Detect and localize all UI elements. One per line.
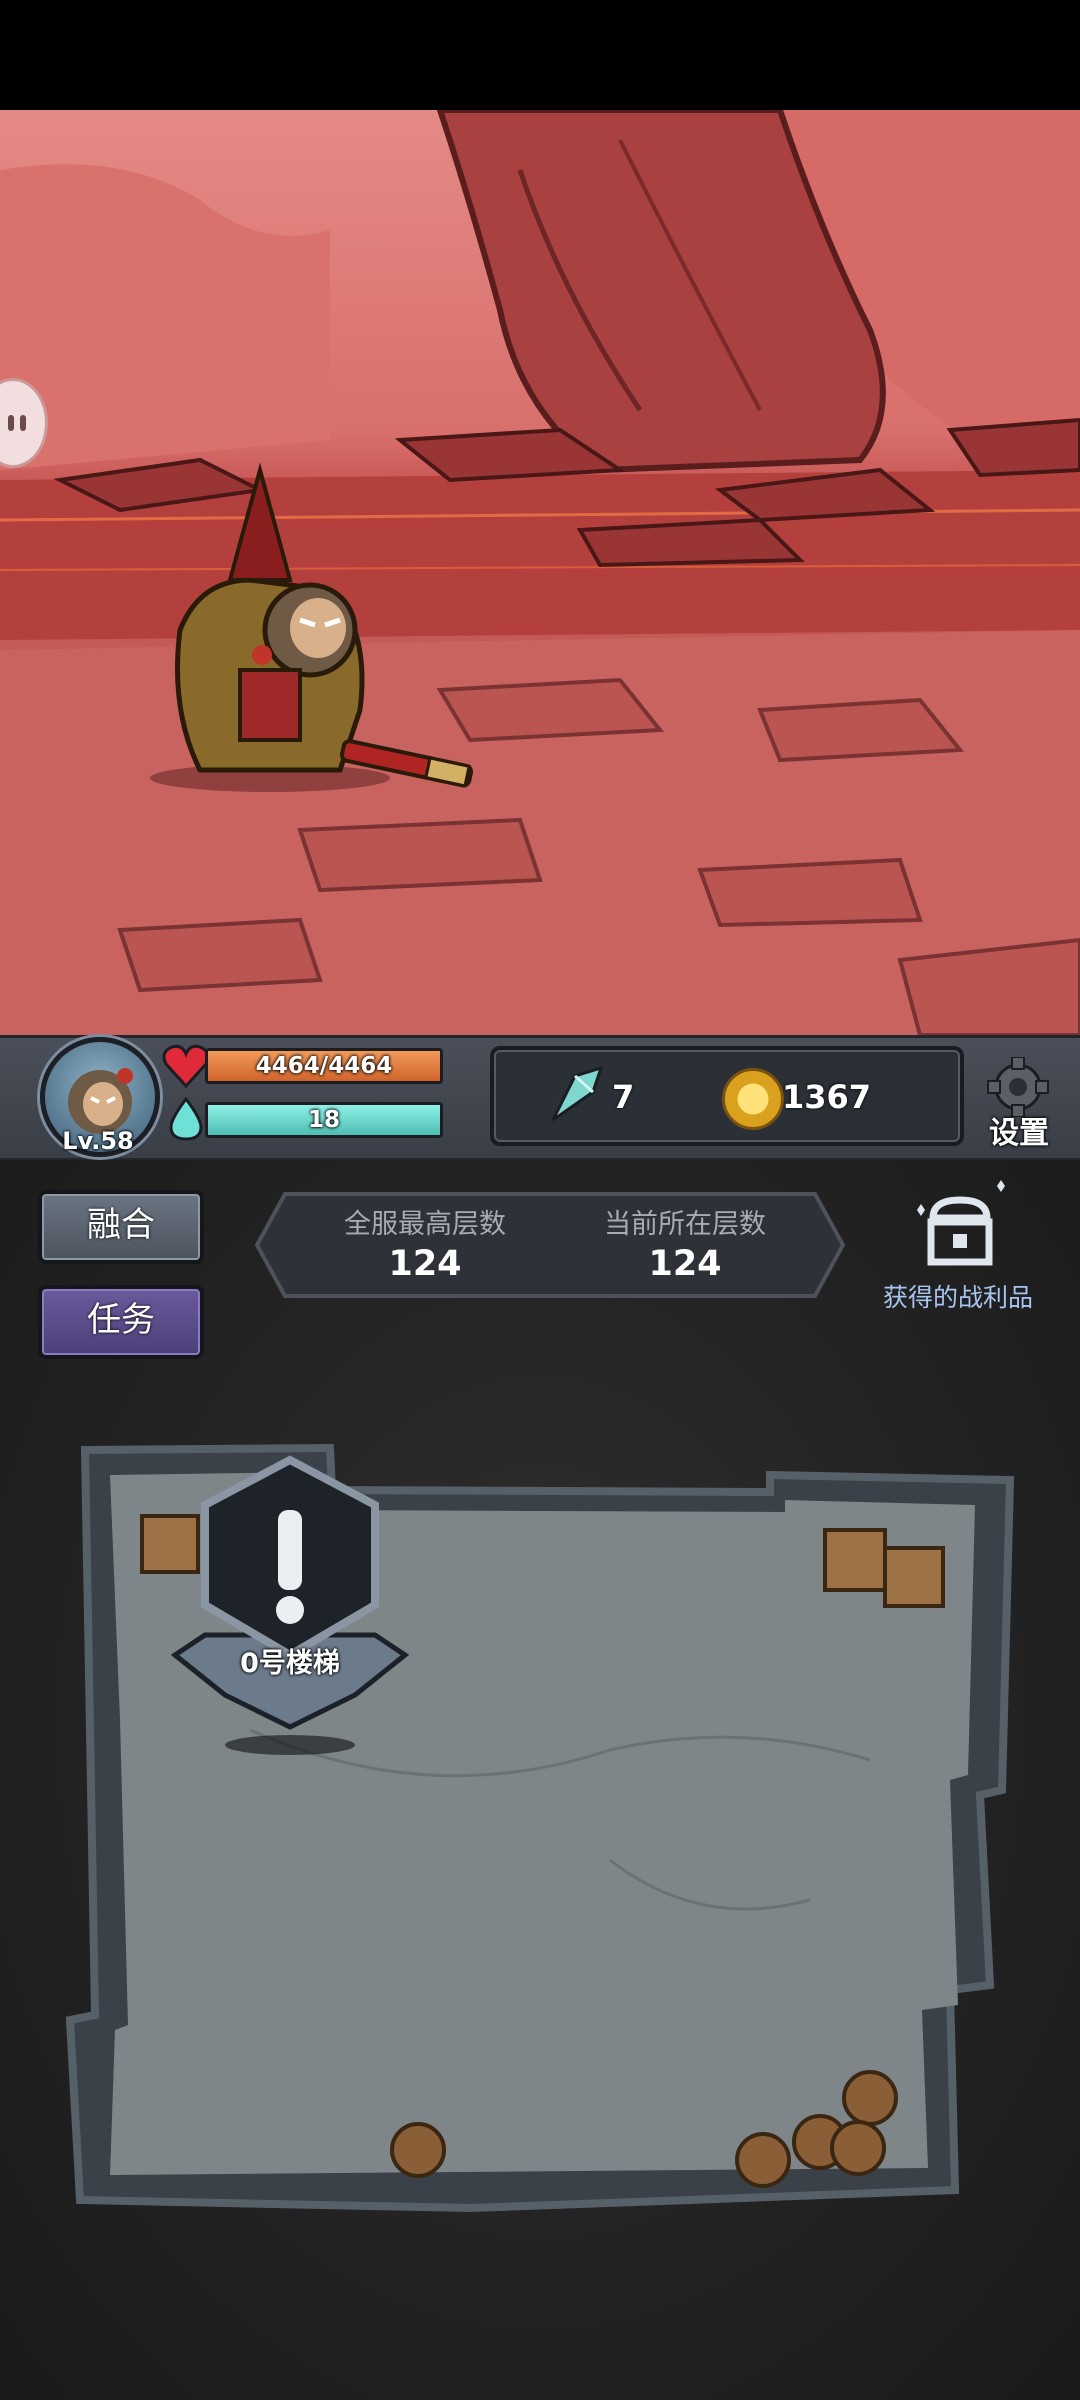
treasure-chest-icon[interactable] xyxy=(905,1180,1015,1276)
coin-icon xyxy=(722,1068,784,1130)
floor-info-panel: 全服最高层数 124 当前所在层数 124 xyxy=(255,1192,845,1298)
server-best-floor-value: 124 xyxy=(388,1244,462,1284)
server-best-floor-label: 全服最高层数 xyxy=(344,1209,506,1240)
settings-label[interactable]: 设置 xyxy=(980,1108,1058,1152)
gem-icon xyxy=(551,1065,604,1122)
loot-label[interactable]: 获得的战利品 xyxy=(868,1278,1048,1314)
exclamation-icon xyxy=(278,1510,302,1590)
heart-icon xyxy=(162,1044,210,1088)
mana-bar: 18 xyxy=(205,1102,443,1138)
gem-count: 7 xyxy=(612,1078,635,1116)
coin-count: 1367 xyxy=(782,1078,872,1116)
hp-text: 4464/4464 xyxy=(255,1053,393,1079)
level-label: Lv.58 xyxy=(62,1127,134,1155)
fuse-button[interactable]: 融合 xyxy=(38,1190,204,1264)
battle-scene xyxy=(0,110,1080,1035)
current-floor-value: 124 xyxy=(648,1244,722,1284)
mana-text: 18 xyxy=(307,1107,340,1133)
mana-drop-icon xyxy=(169,1097,203,1141)
status-bar xyxy=(0,0,1080,110)
stair-label[interactable]: 0号楼梯 xyxy=(205,1641,375,1680)
task-button[interactable]: 任务 xyxy=(38,1285,204,1359)
stair-marker[interactable] xyxy=(165,1455,415,1755)
hp-bar: 4464/4464 xyxy=(205,1048,443,1084)
current-floor-label: 当前所在层数 xyxy=(604,1209,766,1240)
